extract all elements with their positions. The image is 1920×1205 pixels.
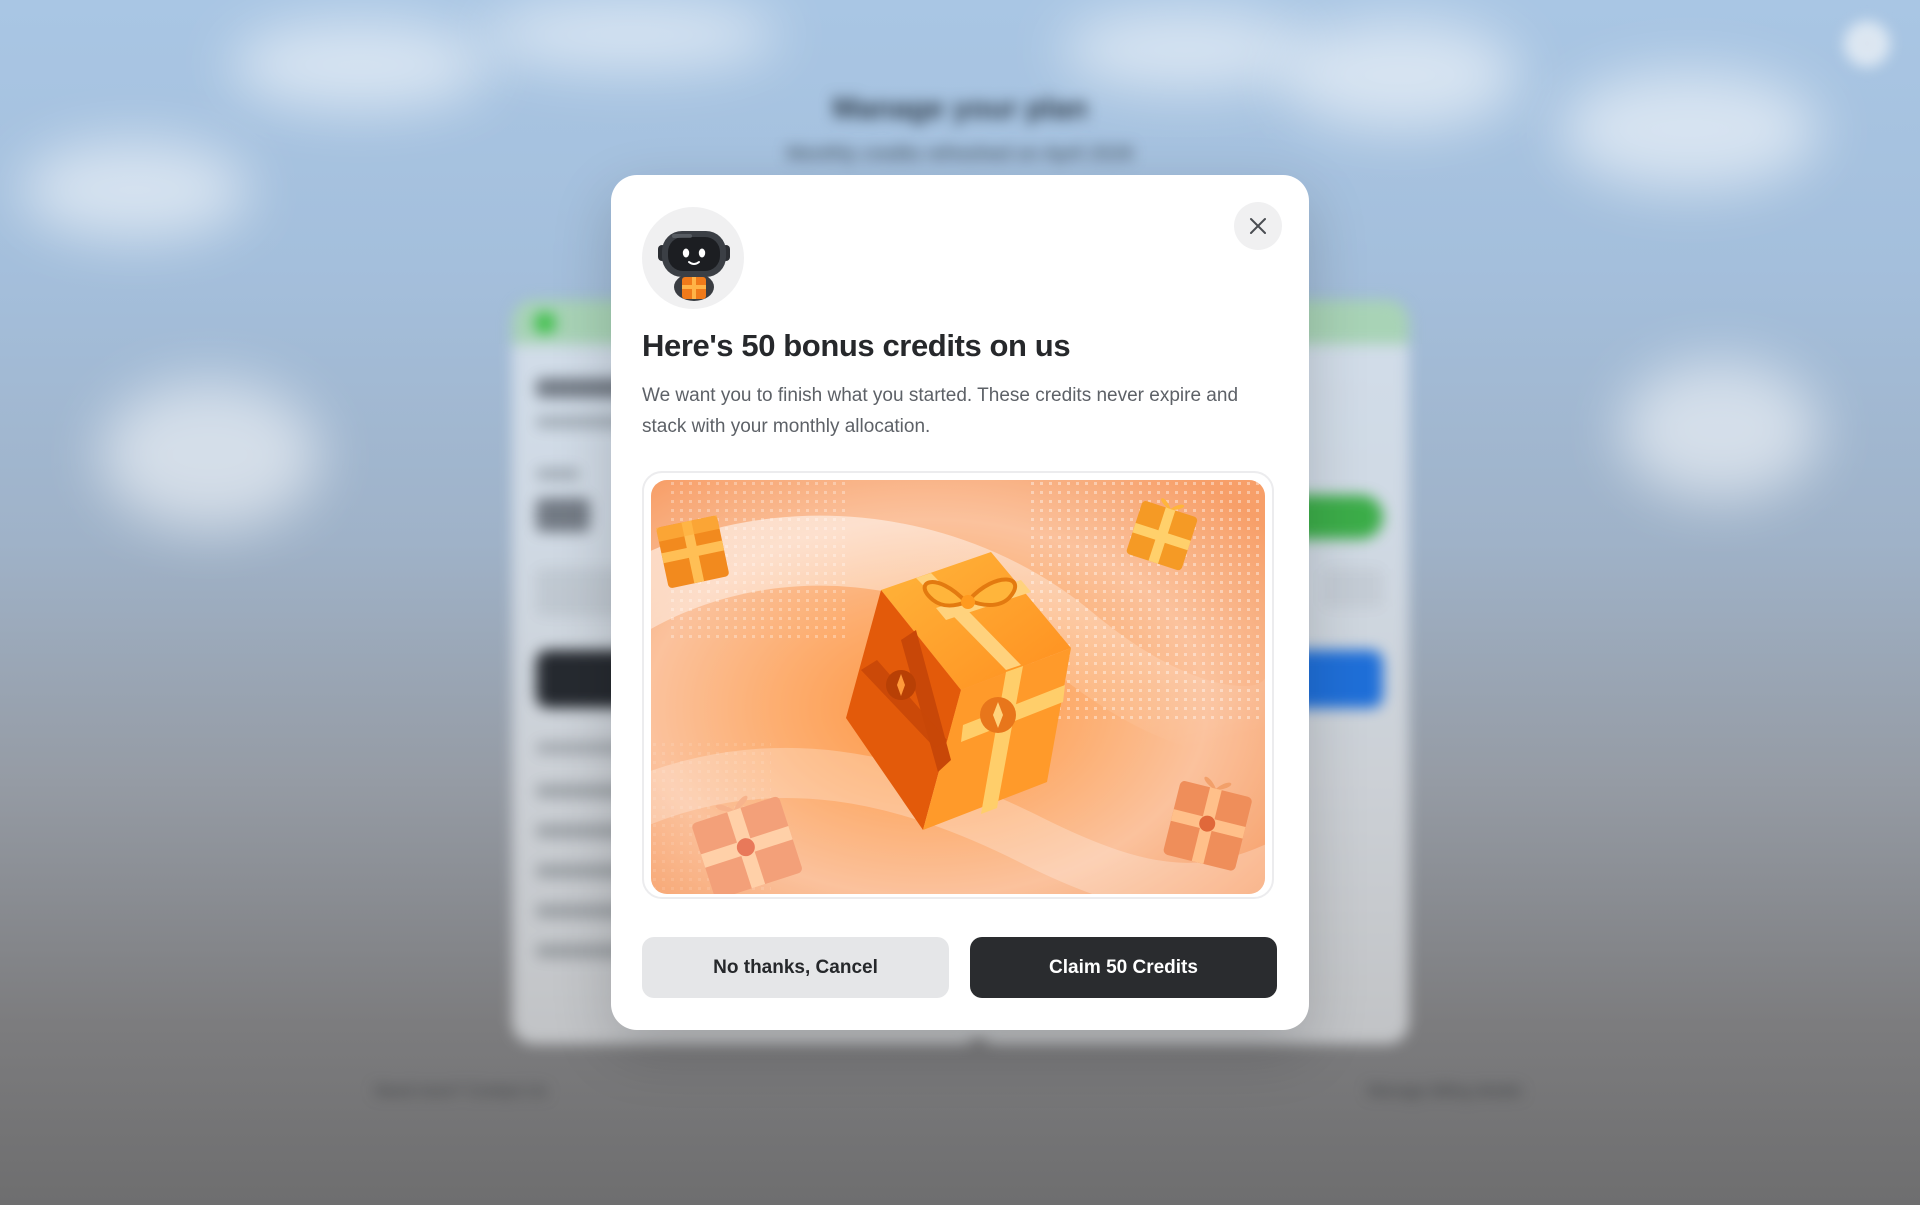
close-icon: ✕: [1859, 33, 1875, 54]
bonus-credits-dialog: Here's 50 bonus credits on us We want yo…: [611, 175, 1309, 1030]
small-gift-icon: [656, 515, 729, 588]
close-icon: [1250, 218, 1266, 234]
cancel-button[interactable]: No thanks, Cancel: [642, 937, 949, 998]
screen: ✕ Manage your plan Monthly credits refre…: [0, 0, 1920, 1205]
dialog-description: We want you to finish what you started. …: [642, 385, 1239, 437]
page-close-button[interactable]: ✕: [1844, 21, 1890, 67]
dialog-title: Here's 50 bonus credits on us: [642, 328, 1071, 363]
cloud: [1620, 360, 1820, 500]
cloud: [480, 0, 780, 70]
gift-illustration-frame: [642, 471, 1274, 899]
gift-illustration: [651, 480, 1265, 894]
robot-mascot-icon: [642, 207, 744, 309]
claim-credits-button[interactable]: Claim 50 Credits: [970, 937, 1277, 998]
page-title: Manage your plan: [832, 92, 1088, 125]
billing-link[interactable]: Manage billing details: [1368, 1083, 1522, 1101]
cloud: [1060, 10, 1310, 90]
cloud: [100, 380, 320, 530]
contact-link[interactable]: Need more? Contact Us: [375, 1083, 547, 1101]
page-subtitle: Monthly credits refreshed on April 2026: [786, 143, 1134, 165]
cloud: [1560, 70, 1820, 190]
close-button[interactable]: [1234, 202, 1282, 250]
